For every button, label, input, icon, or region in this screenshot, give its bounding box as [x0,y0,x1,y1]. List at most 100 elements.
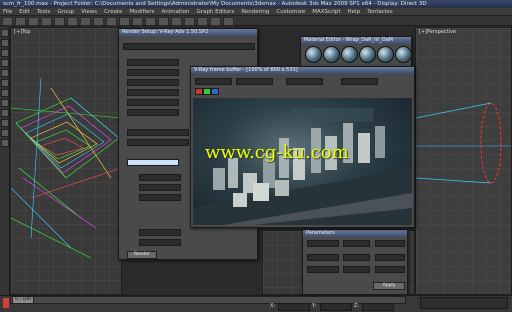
option-field[interactable] [127,69,179,76]
menu-help[interactable]: Help [348,8,361,15]
param-field[interactable] [375,240,405,247]
menu-tentacles[interactable]: Tentacles [367,8,393,15]
material-editor-title: Material Editor - Wrap_DaR_nt_DaM [301,37,411,44]
scale-icon[interactable] [106,17,117,26]
time-slider[interactable]: 0 / 100 [12,296,34,304]
option-field[interactable] [127,79,179,86]
redo-icon[interactable] [15,17,26,26]
material-editor-icon[interactable] [197,17,208,26]
maxscript-listener-icon[interactable] [3,298,9,308]
menu-file[interactable]: File [3,8,12,15]
select-by-name-icon[interactable] [67,17,78,26]
option-field[interactable] [127,89,179,96]
coord-x-field[interactable] [278,303,310,311]
material-slot-icon[interactable] [359,46,376,63]
option-field[interactable] [127,139,189,146]
mirror-icon[interactable] [145,17,156,26]
option-field[interactable] [127,59,179,66]
frame-buffer-title: V-Ray frame buffer - [100% of 800 x 533] [191,67,414,74]
param-field[interactable] [343,266,370,273]
param-field[interactable] [343,240,370,247]
material-slot-icon[interactable] [323,46,340,63]
menu-graph-editors[interactable]: Graph Editors [197,8,235,15]
channel-dropdown[interactable] [195,78,232,85]
undo-icon[interactable] [2,17,13,26]
unlink-icon[interactable] [41,17,52,26]
tool-icon[interactable] [0,119,9,127]
coord-z-field[interactable] [362,303,394,311]
menu-create[interactable]: Create [104,8,122,15]
move-icon[interactable] [80,17,91,26]
param-field[interactable] [307,254,339,261]
menu-edit[interactable]: Edit [19,8,30,15]
menu-rendering[interactable]: Rendering [241,8,269,15]
selected-dropdown[interactable] [127,159,179,166]
tool-icon[interactable] [0,109,9,117]
tool-icon[interactable] [0,129,9,137]
playback-controls[interactable] [420,297,508,309]
main-toolbar [0,16,512,26]
green-channel-icon[interactable] [203,88,211,95]
option-field[interactable] [127,109,179,116]
tool-icon[interactable] [0,79,9,87]
layer-icon[interactable] [171,17,182,26]
curve-editor-icon[interactable] [184,17,195,26]
tool-icon[interactable] [0,29,9,37]
camera-gizmo [416,102,511,184]
snap-icon[interactable] [119,17,130,26]
material-slot-icon[interactable] [395,46,411,63]
value-field[interactable] [139,174,181,181]
tool-icon[interactable] [0,59,9,67]
menu-group[interactable]: Group [57,8,74,15]
param-field[interactable] [307,266,339,273]
render-setup-icon[interactable] [210,17,221,26]
menu-modifiers[interactable]: Modifiers [129,8,154,15]
value-field[interactable] [139,184,181,191]
select-icon[interactable] [54,17,65,26]
tool-icon[interactable] [0,99,9,107]
tool-icon[interactable] [0,49,9,57]
menu-animation[interactable]: Animation [162,8,190,15]
coord-x-label: X: [270,303,276,309]
apply-button[interactable]: Apply [373,282,405,290]
viewport-perspective[interactable]: [+]Perspective [415,27,512,295]
parameters-dialog: Parameters Apply [302,229,408,295]
material-slot-icon[interactable] [341,46,358,63]
blue-channel-icon[interactable] [211,88,219,95]
angle-snap-icon[interactable] [132,17,143,26]
menu-tools[interactable]: Tools [37,8,51,15]
param-field[interactable] [343,254,370,261]
coord-z-label: Z: [354,303,360,309]
link-icon[interactable] [28,17,39,26]
tool-icon[interactable] [0,139,9,147]
channel-dropdown[interactable] [236,78,273,85]
option-field[interactable] [127,99,179,106]
material-slot-icon[interactable] [305,46,322,63]
material-slot-icon[interactable] [377,46,394,63]
channel-dropdown[interactable] [286,78,323,85]
tool-icon[interactable] [0,89,9,97]
menu-views[interactable]: Views [81,8,97,15]
menu-customize[interactable]: Customize [276,8,305,15]
render-icon[interactable] [223,17,234,26]
tool-icon[interactable] [0,69,9,77]
param-field[interactable] [375,266,405,273]
param-field[interactable] [307,240,339,247]
tool-icon[interactable] [0,39,9,47]
value-field[interactable] [139,239,181,246]
red-channel-icon[interactable] [195,88,203,95]
value-field[interactable] [139,194,181,201]
viewport-label: [+]Perspective [419,29,457,35]
viewport-top[interactable]: [+]Top [10,27,122,295]
align-icon[interactable] [158,17,169,26]
value-field[interactable] [139,229,181,236]
channel-dropdown[interactable] [341,78,378,85]
rotate-icon[interactable] [93,17,104,26]
coord-y-field[interactable] [320,303,352,311]
param-field[interactable] [375,254,405,261]
render-button[interactable]: Render [127,251,157,259]
left-tool-strip [0,27,10,297]
tab-strip[interactable] [123,43,255,50]
menu-maxscript[interactable]: MAXScript [312,8,340,15]
option-field[interactable] [127,129,189,136]
